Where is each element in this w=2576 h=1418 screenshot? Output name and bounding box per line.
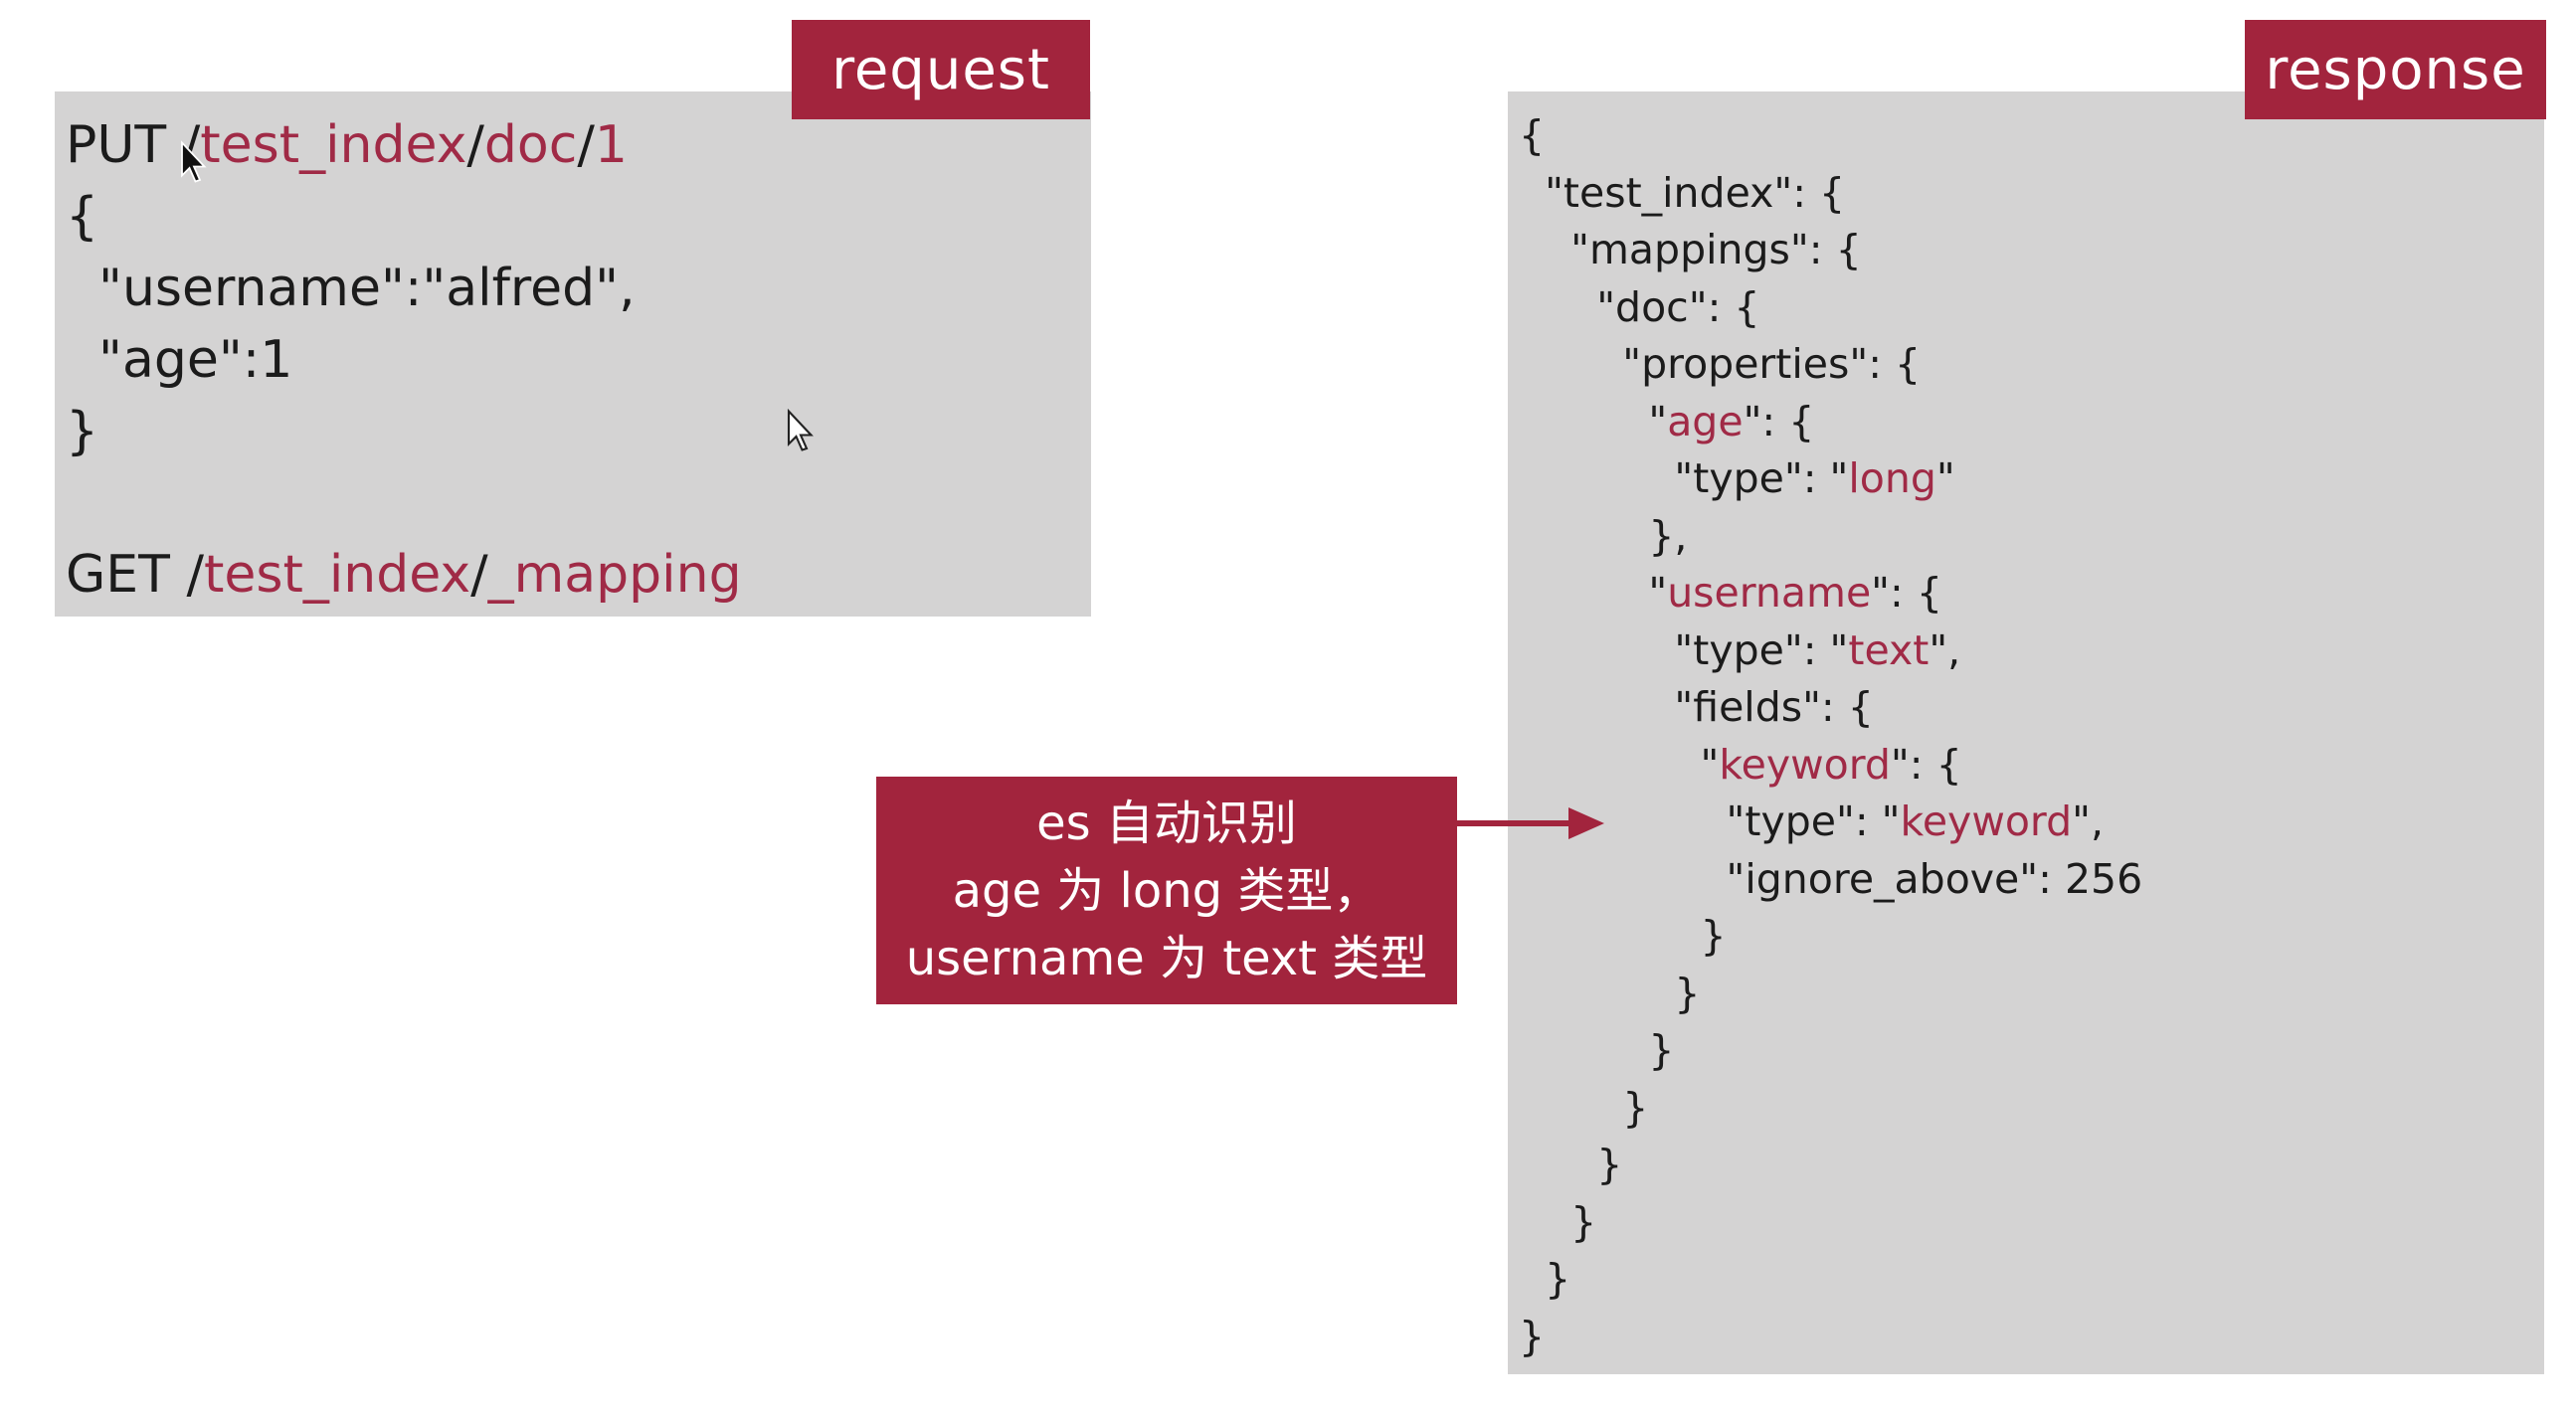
request-tag: request [792, 20, 1090, 119]
code-line: "username": { [1519, 565, 2142, 622]
code-line: "properties": { [1519, 336, 2142, 394]
code-token: "ignore_above": 256 [1519, 854, 2143, 903]
code-line: } [1519, 908, 2142, 966]
code-line: PUT /test_index/doc/1 [66, 109, 742, 181]
response-code-block: { "test_index": { "mappings": { "doc": {… [1519, 107, 2142, 1365]
code-token: ": { [1890, 740, 1962, 789]
code-token: } [1519, 1026, 1675, 1074]
code-token: } [1519, 1312, 1546, 1360]
code-token-highlight: _mapping [487, 545, 742, 605]
code-token: "type": " [1519, 625, 1849, 674]
code-token: " [1935, 454, 1955, 502]
code-token-highlight: doc [483, 115, 578, 175]
code-token: "test_index": { [1519, 168, 1846, 217]
code-token: "mappings": { [1519, 226, 1862, 273]
code-line: } [1519, 966, 2142, 1023]
code-token: } [66, 402, 99, 461]
code-line: { [1519, 107, 2142, 165]
code-line: GET /test_index/_mapping [66, 539, 742, 611]
code-token: / [577, 115, 595, 175]
code-token: } [1519, 1197, 1597, 1246]
code-token-highlight: username [1667, 569, 1872, 617]
code-token: "properties": { [1519, 340, 1922, 388]
code-token-highlight: age [1667, 397, 1744, 445]
code-token-highlight: keyword [1719, 740, 1891, 789]
code-token: "fields": { [1519, 683, 1874, 731]
code-line: "age": { [1519, 394, 2142, 451]
response-tag: response [2245, 20, 2546, 119]
code-token: } [1519, 1255, 1571, 1303]
code-token: / [470, 545, 488, 605]
code-token-highlight: test_index [200, 115, 467, 175]
mouse-cursor-icon [787, 408, 814, 451]
code-line: "type": "keyword", [1519, 794, 2142, 851]
code-line: } [66, 396, 742, 467]
mouse-cursor-icon [181, 140, 207, 183]
code-line: "ignore_above": 256 [1519, 851, 2143, 909]
code-token: { [66, 187, 99, 247]
code-line: "doc": { [1519, 279, 2142, 337]
code-token-highlight: keyword [1900, 798, 2073, 845]
code-token: }, [1519, 511, 1688, 560]
code-token: } [1519, 912, 1727, 960]
code-line: "mappings": { [1519, 222, 2142, 279]
annotation-line-1: es 自动识别 [1036, 795, 1297, 851]
code-token: " [1519, 740, 1720, 789]
code-token: "age":1 [66, 330, 293, 390]
code-token: ": { [1871, 569, 1942, 617]
code-token: " [1519, 569, 1668, 617]
code-token: " [1519, 397, 1668, 445]
code-token: { [1519, 111, 1546, 159]
annotation-line-3: username 为 text 类型 [905, 930, 1428, 986]
annotation-line-2: age 为 long 类型， [952, 862, 1381, 919]
code-line: } [1519, 1022, 2142, 1080]
code-line: "test_index": { [1519, 165, 2142, 223]
code-token: } [1519, 1141, 1623, 1188]
right-arrow-icon [1457, 807, 1604, 839]
code-token: "doc": { [1519, 282, 1760, 331]
code-token-highlight: text [1848, 625, 1930, 674]
request-code-block: PUT /test_index/doc/1{ "username":"alfre… [66, 109, 742, 611]
code-token: "username":"alfred", [66, 259, 636, 318]
code-token: / [466, 115, 484, 175]
code-line: { [66, 181, 742, 253]
code-token: } [1519, 1083, 1649, 1132]
code-token: GET / [66, 545, 204, 605]
code-line: } [1519, 1194, 2142, 1252]
code-line: "age":1 [66, 324, 742, 396]
code-line: "keyword": { [1519, 737, 2142, 795]
code-line: "fields": { [1519, 679, 2142, 737]
code-line: "username":"alfred", [66, 253, 742, 324]
code-token: "type": " [1519, 454, 1849, 502]
code-token-highlight: long [1848, 454, 1936, 502]
code-line: "type": "text", [1519, 622, 2142, 680]
code-token: } [1519, 969, 1701, 1017]
code-line: "type": "long" [1519, 450, 2142, 508]
code-token: ": { [1743, 397, 1815, 445]
code-line: }, [1519, 508, 2142, 566]
code-token: ", [2072, 798, 2105, 845]
code-token-highlight: test_index [203, 545, 471, 605]
code-line: } [1519, 1251, 2142, 1309]
annotation-callout: es 自动识别 age 为 long 类型， username 为 text 类… [876, 777, 1457, 1004]
code-line: } [1519, 1309, 2142, 1366]
code-token: ", [1929, 625, 1961, 674]
code-token-highlight: 1 [594, 115, 628, 175]
code-line: } [1519, 1137, 2142, 1194]
code-line: } [1519, 1080, 2142, 1138]
